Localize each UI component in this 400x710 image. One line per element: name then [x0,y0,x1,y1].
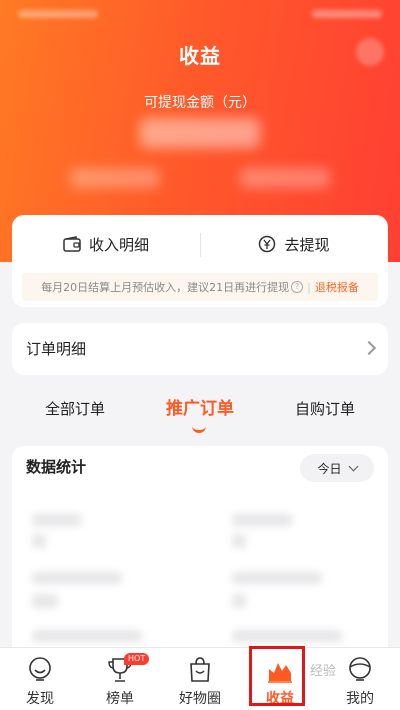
withdraw-button[interactable]: 去提现 [200,215,388,273]
chevron-right-icon [361,340,377,356]
tabbar-item-goods-circle[interactable]: 好物圈 [160,648,240,710]
order-details-row[interactable]: 订单明细 [12,323,388,375]
tabbar-label-goods-circle: 好物圈 [179,691,221,707]
help-icon[interactable]: ? [291,281,304,293]
discover-icon [29,657,51,681]
notice-separator: | [307,280,311,294]
tabbar-item-earnings[interactable]: 收益 [240,648,320,710]
stat-value-blurred [32,534,46,548]
stat-value-blurred [232,594,246,608]
tabbar-item-mine[interactable]: 我的 [320,648,400,710]
order-tabs: 全部订单 推广订单 自购订单 [0,392,400,433]
income-details-label: 收入明细 [88,235,149,254]
tabbar-item-discover[interactable]: 发现 [0,648,80,710]
tab-self-purchase-orders[interactable]: 自购订单 [270,392,380,426]
tabbar-label-mine: 我的 [346,691,374,707]
stats-card: 数据统计 今日 [12,446,388,666]
header-stat-right-blurred [240,168,330,188]
actions-card: 收入明细 去提现 每月20日结算上月预估收入，建议21日再进行提现 ? | 退税… [12,215,388,307]
yen-coin-icon [259,235,276,253]
wallet-icon [63,236,81,252]
order-details-label: 订单明细 [26,340,87,358]
tabbar-label-earnings: 收益 [266,691,294,707]
stat-label-blurred [232,572,322,584]
date-range-value: 今日 [317,461,342,476]
chevron-down-icon [348,461,358,471]
stats-title: 数据统计 [26,458,87,476]
status-bar-right-blurred [312,10,382,18]
stat-label-blurred [232,514,292,526]
profile-icon [349,657,371,681]
settings-icon[interactable] [356,38,384,66]
withdrawable-amount-label: 可提现金额（元） [144,95,256,111]
tabbar-label-rank: 榜单 [106,691,134,707]
bottom-tab-bar: 发现 HOT 榜单 好物圈 收益 我的 [0,647,400,710]
stat-value-blurred [232,534,246,548]
stat-value-blurred [32,594,58,608]
stat-label-blurred [232,630,342,642]
stat-label-blurred [32,630,142,642]
hot-badge: HOT [124,653,150,665]
tabbar-label-discover: 发现 [26,691,54,707]
shopping-bag-icon [190,657,210,682]
tab-all-orders[interactable]: 全部订单 [20,392,130,426]
watermark-blurred: 经验 [310,664,337,679]
date-range-select[interactable]: 今日 [300,454,374,482]
tab-promotion-orders[interactable]: 推广订单 [145,392,255,426]
income-details-button[interactable]: 收入明细 [12,215,200,273]
stat-label-blurred [32,572,122,584]
header-stat-left-blurred [70,168,160,188]
status-bar-left-blurred [18,10,98,18]
page-title: 收益 [179,44,221,68]
settlement-notice-text: 每月20日结算上月预估收入，建议21日再进行提现 [41,281,290,294]
active-tab-indicator [192,422,206,433]
tabbar-item-rank[interactable]: HOT 榜单 [80,648,160,710]
withdrawable-amount-value-blurred [140,118,260,148]
stat-label-blurred [32,514,82,526]
earnings-chart-icon [268,663,292,683]
settlement-notice: 每月20日结算上月预估收入，建议21日再进行提现 ? | 退税报备 [22,273,378,301]
withdraw-label: 去提现 [284,235,330,254]
tax-report-link[interactable]: 退税报备 [315,279,359,295]
